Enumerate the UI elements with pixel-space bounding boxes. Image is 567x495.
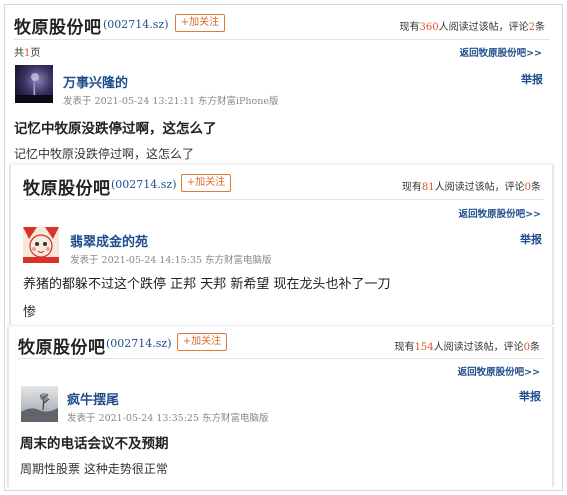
report-link[interactable]: 举报 (520, 231, 542, 247)
post-card-2: 牧原股份吧 (002714.sz) +加关注 现有81人阅读过该帖，评论0条 返… (10, 165, 553, 325)
username[interactable]: 翡翠成金的苑 (70, 231, 148, 250)
post-title: 记忆中牧原没跌停过啊，这怎么了 (14, 121, 217, 137)
page-count: 共1页 (14, 48, 41, 59)
read-stats: 现有360人阅读过该帖，评论2条 (399, 22, 545, 33)
post-meta: 发表于 2021-05-24 14:15:35 东方财富电脑版 (70, 255, 272, 266)
post-title: 周末的电话会议不及预期 (20, 436, 169, 452)
bar-title[interactable]: 牧原股份吧 (18, 333, 106, 358)
bar-title[interactable]: 牧原股份吧 (14, 13, 102, 38)
stock-code: (002714.sz) (103, 18, 169, 31)
back-to-bar-link[interactable]: 返回牧原股份吧>> (460, 45, 542, 59)
bar-title[interactable]: 牧原股份吧 (23, 174, 111, 199)
back-to-bar-link[interactable]: 返回牧原股份吧>> (459, 206, 541, 220)
post-title: 养猪的都躲不过这个跌停 正邦 天邦 新希望 现在龙头也补了一刀 (23, 277, 391, 292)
username[interactable]: 万事兴隆的 (63, 72, 128, 91)
back-to-bar-link[interactable]: 返回牧原股份吧>> (458, 364, 540, 378)
follow-button[interactable]: +加关注 (175, 14, 225, 32)
post-meta: 发表于 2021-05-24 13:35:25 东方财富电脑版 (67, 413, 269, 424)
stock-code: (002714.sz) (111, 178, 177, 191)
read-stats: 现有154人阅读过该帖，评论0条 (394, 342, 540, 353)
post-body: 记忆中牧原没跌停过啊，这怎么了 (14, 147, 195, 161)
post-meta: 发表于 2021-05-24 13:21:11 东方财富iPhone版 (63, 96, 279, 107)
follow-button[interactable]: +加关注 (177, 333, 227, 351)
header-divider (18, 358, 544, 359)
follow-button[interactable]: +加关注 (181, 174, 231, 192)
header-divider (23, 199, 544, 200)
report-link[interactable]: 举报 (521, 71, 543, 87)
read-stats: 现有81人阅读过该帖，评论0条 (401, 182, 541, 193)
header-divider (14, 39, 550, 40)
post-body: 惨 (23, 305, 37, 320)
post-body: 周期性股票 这种走势很正常 (20, 462, 168, 476)
username[interactable]: 疯牛摆尾 (67, 389, 119, 408)
night-scene-avatar-icon[interactable] (15, 65, 53, 103)
view-count: 360 (419, 22, 439, 33)
view-count: 154 (414, 342, 434, 353)
stock-code: (002714.sz) (106, 337, 172, 350)
post-card-1: 牧原股份吧 (002714.sz) +加关注 现有360人阅读过该帖，评论2条 … (5, 5, 560, 165)
report-link[interactable]: 举报 (519, 388, 541, 404)
view-count: 81 (421, 182, 435, 193)
cartoon-avatar-icon[interactable] (23, 227, 59, 263)
post-card-3: 牧原股份吧 (002714.sz) +加关注 现有154人阅读过该帖，评论0条 … (8, 327, 553, 487)
foggy-tree-avatar-icon[interactable] (21, 386, 58, 422)
